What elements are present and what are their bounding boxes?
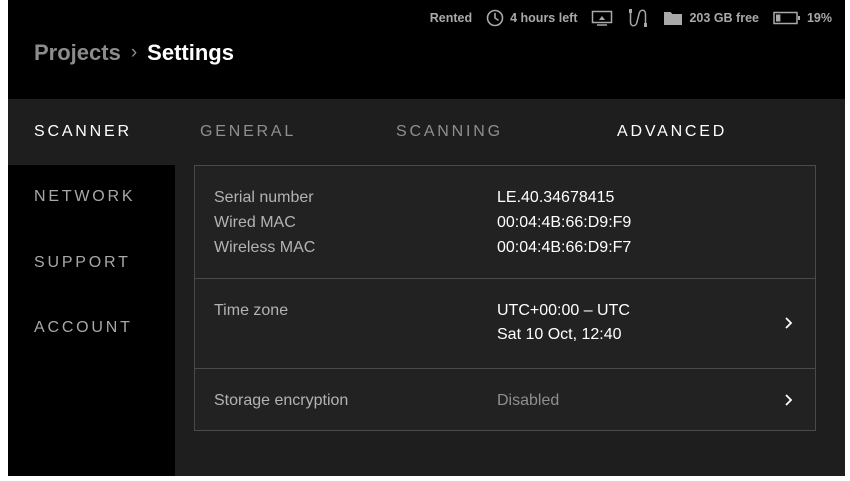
settings-screen: Rented 4 hours left 203 GB free 19% Proj… (8, 0, 845, 476)
wired-mac-label: Wired MAC (214, 214, 296, 231)
time-zone-row[interactable]: Time zone UTC+00:00 – UTC Sat 10 Oct, 12… (195, 278, 815, 369)
storage-status: 203 GB free (663, 10, 759, 26)
serial-number-label: Serial number (214, 189, 314, 206)
serial-number-value: LE.40.34678415 (497, 189, 615, 206)
chevron-right-icon (785, 317, 793, 329)
clock-icon (486, 9, 504, 27)
display-icon (591, 10, 613, 26)
breadcrumb-separator: › (130, 42, 138, 63)
time-zone-value: UTC+00:00 – UTC (497, 302, 630, 319)
wireless-mac-value: 00:04:4B:66:D9:F7 (497, 239, 632, 256)
breadcrumb: Projects › Settings (34, 40, 234, 66)
storage-encryption-label: Storage encryption (214, 392, 349, 409)
device-info-row: Serial number LE.40.34678415 Wired MAC 0… (195, 166, 815, 279)
rental-status-text: Rented (429, 11, 473, 25)
time-left-text: 4 hours left (510, 11, 578, 25)
battery-icon (773, 11, 801, 25)
wireless-mac-label: Wireless MAC (214, 239, 316, 256)
settings-body: SCANNER NETWORK SUPPORT ACCOUNT GENERAL … (8, 99, 845, 476)
current-datetime-value: Sat 10 Oct, 12:40 (497, 326, 622, 343)
wired-mac-value: 00:04:4B:66:D9:F9 (497, 214, 632, 231)
battery-status: 19% (773, 11, 832, 25)
tab-advanced[interactable]: ADVANCED (617, 123, 727, 141)
cable-status (627, 8, 649, 28)
page-title: Settings (147, 40, 234, 65)
breadcrumb-projects-link[interactable]: Projects (34, 40, 121, 66)
storage-encryption-value: Disabled (497, 392, 560, 409)
status-bar: Rented 4 hours left 203 GB free 19% (8, 0, 845, 36)
sidebar-item-support[interactable]: SUPPORT (34, 254, 131, 272)
display-status (591, 10, 613, 26)
chevron-right-icon (785, 394, 793, 406)
time-zone-label: Time zone (214, 302, 289, 319)
time-left-status: 4 hours left (486, 9, 577, 27)
storage-encryption-row[interactable]: Storage encryption Disabled (195, 368, 815, 430)
tab-general[interactable]: GENERAL (200, 123, 296, 141)
sidebar-item-scanner[interactable]: SCANNER (34, 123, 132, 141)
folder-icon (663, 10, 683, 26)
battery-level-text: 19% (806, 11, 832, 25)
sidebar-item-account[interactable]: ACCOUNT (34, 319, 133, 337)
cable-icon (627, 8, 649, 28)
rental-status: Rented (430, 11, 472, 25)
advanced-settings-card: Serial number LE.40.34678415 Wired MAC 0… (194, 165, 816, 431)
tab-scanning[interactable]: SCANNING (396, 123, 503, 141)
storage-free-text: 203 GB free (689, 11, 759, 25)
sidebar-item-network[interactable]: NETWORK (34, 188, 135, 206)
